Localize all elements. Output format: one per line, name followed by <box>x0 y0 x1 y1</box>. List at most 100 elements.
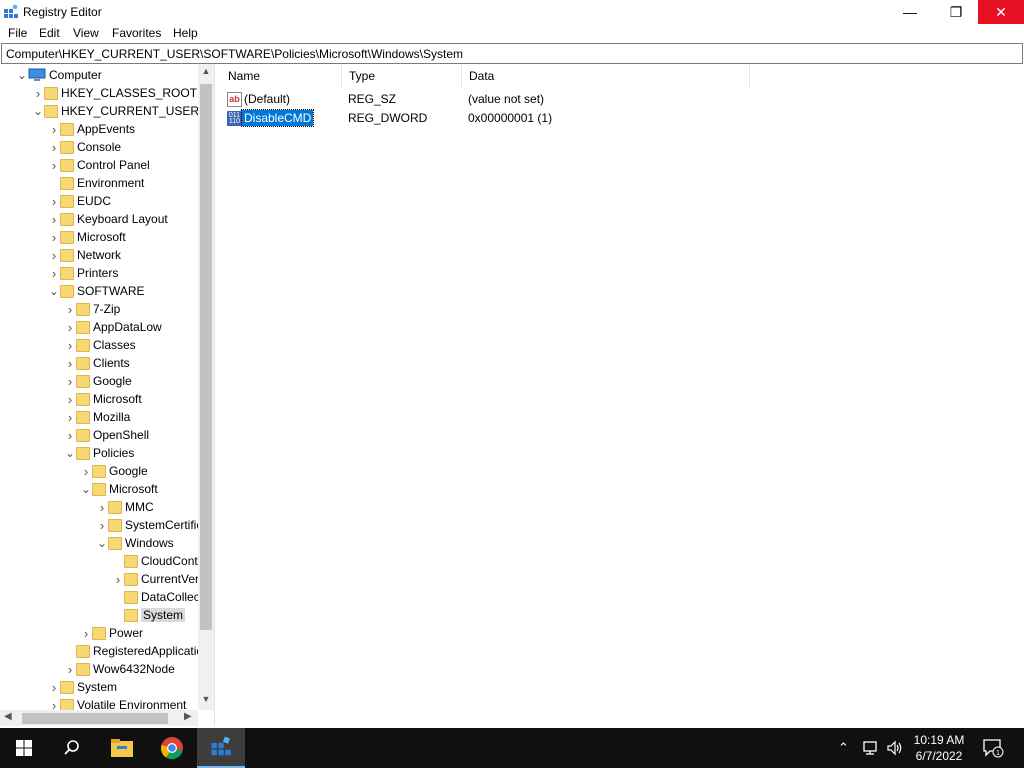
chevron-right-icon[interactable]: › <box>64 372 76 390</box>
tree-item[interactable]: › EUDC <box>48 192 111 210</box>
tree-item[interactable]: ⌄ Windows <box>96 534 174 552</box>
pane-splitter[interactable] <box>214 64 220 726</box>
tree-item[interactable]: Environment <box>48 174 144 192</box>
chevron-down-icon[interactable]: ⌄ <box>80 480 92 498</box>
tree-item[interactable]: › Clients <box>64 354 130 372</box>
tree-item[interactable]: › Google <box>80 462 148 480</box>
chevron-right-icon[interactable]: › <box>64 354 76 372</box>
tree-item[interactable]: › AppEvents <box>48 120 135 138</box>
chevron-right-icon[interactable]: › <box>48 228 60 246</box>
tree-item[interactable]: › Wow6432Node <box>64 660 175 678</box>
chevron-right-icon[interactable]: › <box>48 210 60 228</box>
close-button[interactable]: ✕ <box>978 0 1024 24</box>
start-button[interactable] <box>0 728 48 768</box>
column-header-data[interactable]: Data <box>462 64 750 88</box>
tree-item[interactable]: › Classes <box>64 336 136 354</box>
column-header-name[interactable]: Name <box>221 64 342 88</box>
chevron-down-icon[interactable]: ⌄ <box>64 444 76 462</box>
menu-view[interactable]: View <box>73 26 99 40</box>
chevron-right-icon[interactable]: › <box>48 264 60 282</box>
chevron-down-icon[interactable]: ⌄ <box>16 66 28 84</box>
chevron-right-icon[interactable]: › <box>64 300 76 318</box>
action-center-button[interactable]: 1 <box>982 728 1004 768</box>
tree-item[interactable]: CloudConter <box>112 552 208 570</box>
chevron-down-icon[interactable]: ⌄ <box>48 282 60 300</box>
tree-item[interactable]: › Microsoft <box>48 228 126 246</box>
key-tree[interactable]: ⌄ Computer › HKEY_CLASSES_ROOT ⌄ HKEY_CURRENT… <box>0 64 215 726</box>
tree-item[interactable]: › AppDataLow <box>64 318 162 336</box>
show-hidden-icons-button[interactable]: ⌃ <box>838 728 849 768</box>
volume-button[interactable] <box>886 728 904 768</box>
menu-file[interactable]: File <box>8 26 27 40</box>
value-row[interactable]: ab (Default) REG_SZ (value not set) <box>221 90 821 109</box>
chevron-right-icon[interactable]: › <box>64 408 76 426</box>
tree-item-label: HKEY_CURRENT_USER <box>61 104 200 118</box>
chevron-right-icon[interactable]: › <box>48 156 60 174</box>
chevron-right-icon[interactable]: › <box>80 462 92 480</box>
chevron-right-icon[interactable]: › <box>96 498 108 516</box>
folder-icon <box>76 338 90 352</box>
maximize-button[interactable]: ❐ <box>933 0 979 24</box>
network-button[interactable] <box>862 728 880 768</box>
value-row-selected[interactable]: 011 110 DisableCMD REG_DWORD 0x00000001 (… <box>221 109 821 128</box>
tree-item[interactable]: System <box>112 606 186 624</box>
tree-item[interactable]: › System <box>48 678 117 696</box>
chevron-right-icon[interactable]: › <box>48 246 60 264</box>
tree-item[interactable]: › Network <box>48 246 121 264</box>
chevron-down-icon[interactable]: ⌄ <box>32 102 44 120</box>
tree-item[interactable]: › Printers <box>48 264 119 282</box>
column-header-type[interactable]: Type <box>342 64 462 88</box>
chevron-right-icon[interactable]: › <box>64 426 76 444</box>
scroll-up-arrow-icon[interactable]: ▲ <box>198 66 214 80</box>
minimize-button[interactable]: — <box>887 0 933 24</box>
clock[interactable]: 10:19 AM 6/7/2022 <box>906 732 972 764</box>
tree-item-label: MMC <box>125 500 154 514</box>
tree-item[interactable]: › HKEY_CLASSES_ROOT <box>32 84 197 102</box>
tree-item[interactable]: RegisteredApplication <box>64 642 210 660</box>
tree-item[interactable]: › Control Panel <box>48 156 150 174</box>
tree-item[interactable]: › Console <box>48 138 121 156</box>
chevron-right-icon[interactable]: › <box>112 570 124 588</box>
chevron-right-icon[interactable]: › <box>64 336 76 354</box>
tree-horizontal-scroll-thumb[interactable] <box>22 713 168 724</box>
file-explorer-button[interactable] <box>98 728 146 768</box>
registry-editor-taskbar-button[interactable] <box>197 728 245 768</box>
tree-item[interactable]: ⌄ HKEY_CURRENT_USER <box>32 102 199 120</box>
tree-item[interactable]: › Keyboard Layout <box>48 210 168 228</box>
chevron-right-icon[interactable]: › <box>96 516 108 534</box>
tree-item[interactable]: ⌄ Policies <box>64 444 134 462</box>
menu-help[interactable]: Help <box>173 26 198 40</box>
chevron-down-icon[interactable]: ⌄ <box>96 534 108 552</box>
scroll-left-arrow-icon[interactable]: ◀ <box>4 711 12 722</box>
tree-item[interactable]: ⌄ SOFTWARE <box>48 282 145 300</box>
chevron-right-icon[interactable]: › <box>32 84 44 102</box>
menu-favorites[interactable]: Favorites <box>112 26 161 40</box>
tree-item[interactable]: ⌄ Computer <box>16 66 102 84</box>
tree-item[interactable]: › OpenShell <box>64 426 149 444</box>
tree-item[interactable]: › Power <box>80 624 143 642</box>
chevron-right-icon[interactable]: › <box>48 138 60 156</box>
tree-item[interactable]: › Google <box>64 372 132 390</box>
chevron-right-icon[interactable]: › <box>48 192 60 210</box>
window-title: Registry Editor <box>23 5 102 19</box>
tree-item[interactable]: › MMC <box>96 498 154 516</box>
chevron-right-icon[interactable]: › <box>48 678 60 696</box>
search-button[interactable] <box>48 728 96 768</box>
tree-vertical-scroll-thumb[interactable] <box>200 84 212 630</box>
menu-edit[interactable]: Edit <box>39 26 60 40</box>
registry-editor-icon <box>4 4 18 18</box>
scroll-right-arrow-icon[interactable]: ▶ <box>184 711 192 722</box>
chevron-right-icon[interactable]: › <box>48 120 60 138</box>
chevron-right-icon[interactable]: › <box>80 624 92 642</box>
chevron-right-icon[interactable]: › <box>64 660 76 678</box>
chrome-button[interactable] <box>148 728 196 768</box>
tree-item[interactable]: › Microsoft <box>64 390 142 408</box>
chevron-right-icon[interactable]: › <box>64 390 76 408</box>
chevron-right-icon[interactable]: › <box>64 318 76 336</box>
tree-item[interactable]: › 7-Zip <box>64 300 121 318</box>
tree-item[interactable]: ⌄ Microsoft <box>80 480 158 498</box>
tree-item[interactable]: › Mozilla <box>64 408 131 426</box>
scroll-down-arrow-icon[interactable]: ▼ <box>198 694 214 708</box>
address-bar[interactable]: Computer\HKEY_CURRENT_USER\SOFTWARE\Poli… <box>1 43 1023 64</box>
tree-item[interactable]: › SystemCertifica <box>96 516 209 534</box>
